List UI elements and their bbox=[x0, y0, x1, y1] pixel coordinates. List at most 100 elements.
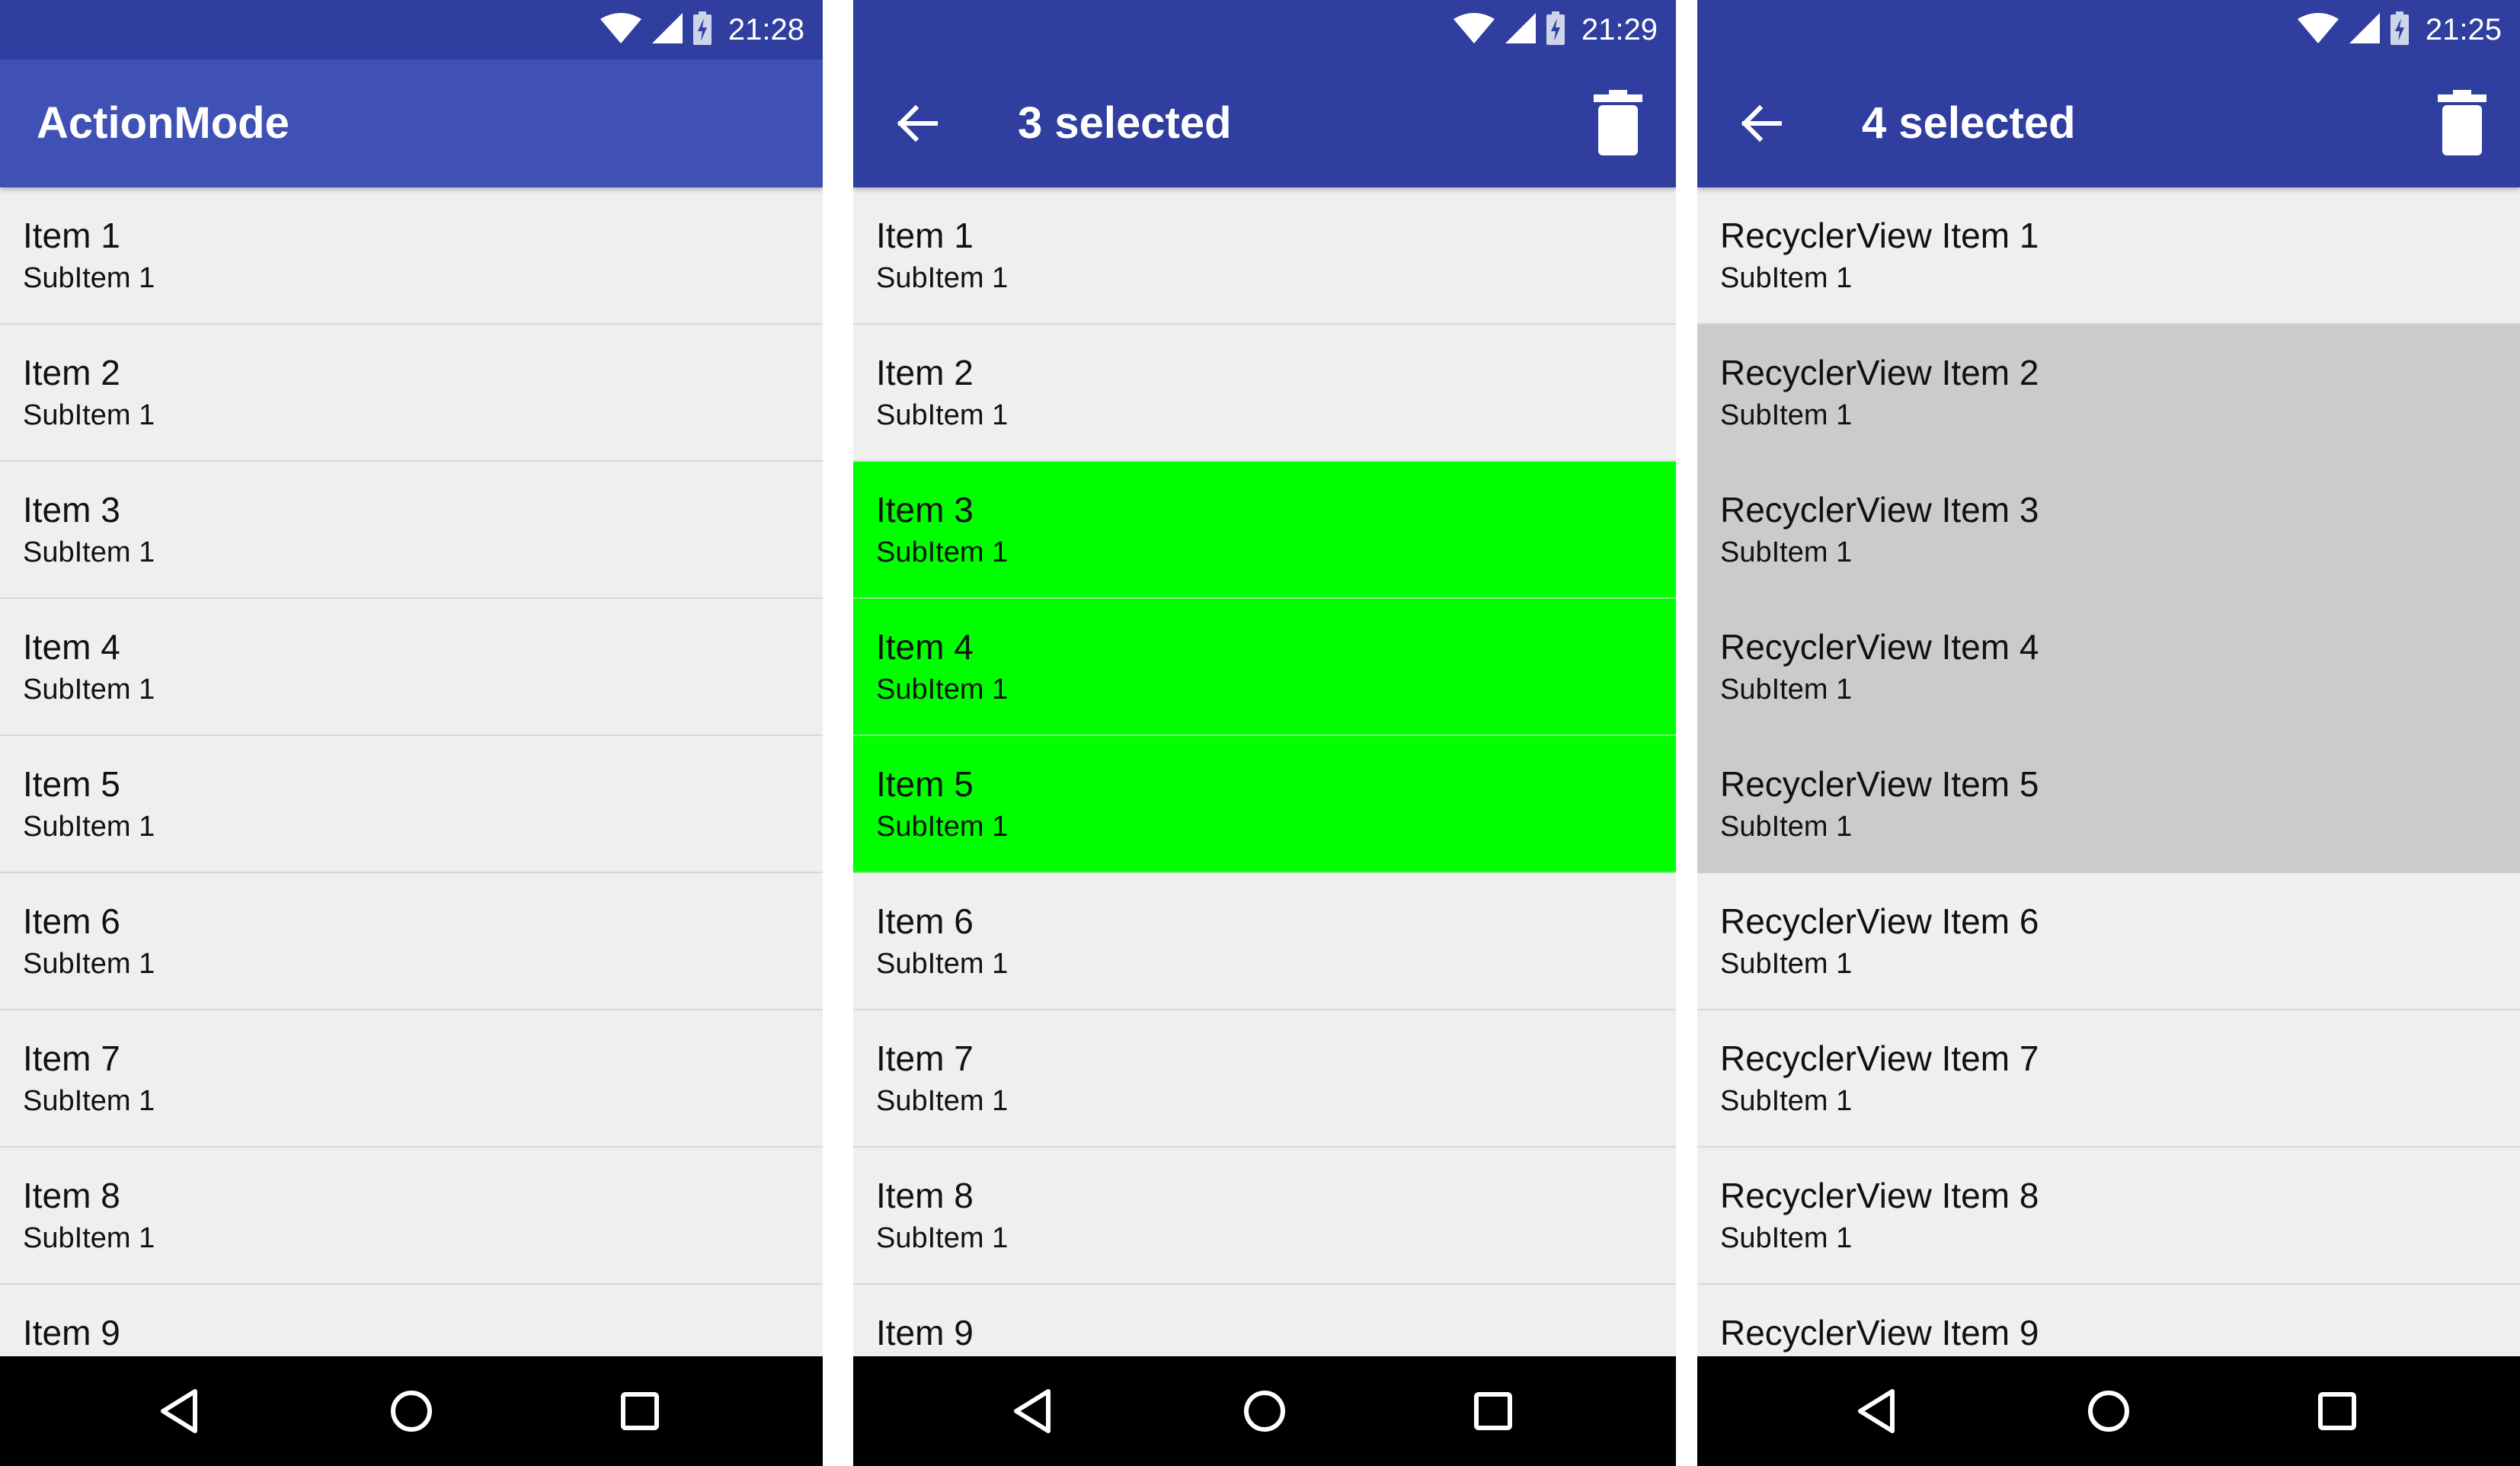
nav-home-circle-icon[interactable] bbox=[2080, 1382, 2138, 1440]
status-time: 21:28 bbox=[728, 13, 804, 46]
status-time: 21:29 bbox=[1581, 13, 1658, 46]
list-item[interactable]: Item 1 SubItem 1 bbox=[0, 187, 823, 325]
list-item-selected[interactable]: Item 3 SubItem 1 bbox=[853, 462, 1676, 599]
list-item-selected[interactable]: RecyclerView Item 5 SubItem 1 bbox=[1697, 736, 2520, 873]
battery-charging-icon bbox=[692, 11, 712, 49]
battery-charging-icon bbox=[2390, 11, 2409, 49]
nav-back-triangle-icon[interactable] bbox=[152, 1382, 210, 1440]
item-title: Item 4 bbox=[23, 627, 120, 667]
list-item[interactable]: RecyclerView Item 1 SubItem 1 bbox=[1697, 187, 2520, 325]
item-subtitle: SubItem 1 bbox=[1720, 536, 1853, 568]
navigation-bar bbox=[853, 1356, 1676, 1466]
item-subtitle: SubItem 1 bbox=[876, 262, 1009, 294]
list-item-selected[interactable]: RecyclerView Item 3 SubItem 1 bbox=[1697, 462, 2520, 599]
item-title: RecyclerView Item 7 bbox=[1720, 1039, 2039, 1078]
arrow-back-icon[interactable] bbox=[890, 96, 945, 151]
item-title: Item 3 bbox=[876, 490, 974, 530]
nav-recents-square-icon[interactable] bbox=[611, 1382, 669, 1440]
list-item[interactable]: Item 3 SubItem 1 bbox=[0, 462, 823, 599]
nav-back-triangle-icon[interactable] bbox=[1850, 1382, 1908, 1440]
trash-icon[interactable] bbox=[2429, 90, 2496, 157]
wifi-icon bbox=[600, 12, 641, 47]
status-bar: 21:29 bbox=[853, 0, 1676, 59]
status-bar: 21:28 bbox=[0, 0, 823, 59]
status-icons: 21:29 bbox=[1453, 9, 1658, 50]
phone-screen-list: 21:28 ActionMode Item 1 SubItem 1 Item 2 S… bbox=[0, 0, 823, 1466]
item-subtitle: SubItem 1 bbox=[23, 399, 155, 431]
nav-recents-square-icon[interactable] bbox=[1464, 1382, 1522, 1440]
item-title: RecyclerView Item 9 bbox=[1720, 1313, 2039, 1352]
trash-icon[interactable] bbox=[1585, 90, 1652, 157]
item-title: Item 4 bbox=[876, 627, 974, 667]
list-item[interactable]: Item 6 SubItem 1 bbox=[853, 873, 1676, 1010]
list-item[interactable]: Item 8 SubItem 1 bbox=[853, 1148, 1676, 1285]
item-subtitle: SubItem 1 bbox=[876, 948, 1009, 980]
wifi-icon bbox=[1453, 12, 1495, 47]
item-title: RecyclerView Item 4 bbox=[1720, 627, 2039, 667]
list-item[interactable]: RecyclerView Item 8 SubItem 1 bbox=[1697, 1148, 2520, 1285]
list-item[interactable]: RecyclerView Item 7 SubItem 1 bbox=[1697, 1010, 2520, 1148]
list-item[interactable]: Item 1 SubItem 1 bbox=[853, 187, 1676, 325]
item-title: Item 1 bbox=[23, 216, 120, 255]
item-subtitle: SubItem 1 bbox=[23, 262, 155, 294]
list-item[interactable]: Item 7 SubItem 1 bbox=[853, 1010, 1676, 1148]
list-item[interactable]: Item 6 SubItem 1 bbox=[0, 873, 823, 1010]
nav-home-circle-icon[interactable] bbox=[382, 1382, 440, 1440]
status-time: 21:25 bbox=[2425, 13, 2502, 46]
item-title: RecyclerView Item 1 bbox=[1720, 216, 2039, 255]
item-subtitle: SubItem 1 bbox=[1720, 1222, 1853, 1254]
selection-count-title: 3 selected bbox=[1018, 98, 1232, 148]
item-title: RecyclerView Item 6 bbox=[1720, 901, 2039, 941]
phone-screen-action-mode-green: 21:29 3 selected Item 1 SubItem 1 Item 2 S… bbox=[853, 0, 1676, 1466]
list-item[interactable]: Item 8 SubItem 1 bbox=[0, 1148, 823, 1285]
action-mode-bar: 4 selected bbox=[1697, 59, 2520, 187]
navigation-bar bbox=[0, 1356, 823, 1466]
list-item-selected[interactable]: RecyclerView Item 2 SubItem 1 bbox=[1697, 325, 2520, 462]
item-title: RecyclerView Item 8 bbox=[1720, 1176, 2039, 1215]
list-item-selected[interactable]: RecyclerView Item 4 SubItem 1 bbox=[1697, 599, 2520, 736]
battery-charging-icon bbox=[1546, 11, 1565, 49]
list-item[interactable]: Item 7 SubItem 1 bbox=[0, 1010, 823, 1148]
status-icons: 21:28 bbox=[600, 9, 804, 50]
nav-recents-square-icon[interactable] bbox=[2308, 1382, 2366, 1440]
list-item[interactable]: RecyclerView Item 6 SubItem 1 bbox=[1697, 873, 2520, 1010]
item-subtitle: SubItem 1 bbox=[876, 1085, 1009, 1117]
app-toolbar: ActionMode bbox=[0, 59, 823, 187]
item-title: RecyclerView Item 2 bbox=[1720, 353, 2039, 392]
phone-screen-action-mode-recycler: 21:25 4 selected RecyclerView Item 1 SubI… bbox=[1697, 0, 2520, 1466]
selection-count-title: 4 selected bbox=[1862, 98, 2076, 148]
item-subtitle: SubItem 1 bbox=[1720, 811, 1853, 843]
item-title: Item 8 bbox=[23, 1176, 120, 1215]
list-item[interactable]: Item 4 SubItem 1 bbox=[0, 599, 823, 736]
recycler-list: RecyclerView Item 1 SubItem 1 RecyclerVie… bbox=[1697, 187, 2520, 1422]
list-item[interactable]: Item 2 SubItem 1 bbox=[0, 325, 823, 462]
nav-back-triangle-icon[interactable] bbox=[1006, 1382, 1063, 1440]
cell-signal-icon bbox=[1505, 12, 1536, 47]
item-subtitle: SubItem 1 bbox=[1720, 1085, 1853, 1117]
item-subtitle: SubItem 1 bbox=[23, 674, 155, 706]
item-subtitle: SubItem 1 bbox=[1720, 948, 1853, 980]
item-list: Item 1 SubItem 1 Item 2 SubItem 1 Item 3 Su… bbox=[853, 187, 1676, 1422]
item-subtitle: SubItem 1 bbox=[23, 811, 155, 843]
list-item[interactable]: Item 5 SubItem 1 bbox=[0, 736, 823, 873]
item-subtitle: SubItem 1 bbox=[1720, 399, 1853, 431]
item-title: Item 7 bbox=[23, 1039, 120, 1078]
item-title: Item 9 bbox=[23, 1313, 120, 1352]
app-title: ActionMode bbox=[37, 98, 289, 148]
item-title: Item 6 bbox=[876, 901, 974, 941]
arrow-back-icon[interactable] bbox=[1734, 96, 1789, 151]
list-item-selected[interactable]: Item 4 SubItem 1 bbox=[853, 599, 1676, 736]
list-item[interactable]: Item 2 SubItem 1 bbox=[853, 325, 1676, 462]
item-title: Item 3 bbox=[23, 490, 120, 530]
item-title: Item 2 bbox=[23, 353, 120, 392]
item-title: Item 5 bbox=[23, 764, 120, 804]
nav-home-circle-icon[interactable] bbox=[1236, 1382, 1294, 1440]
item-title: Item 9 bbox=[876, 1313, 974, 1352]
item-title: Item 2 bbox=[876, 353, 974, 392]
status-bar: 21:25 bbox=[1697, 0, 2520, 59]
item-subtitle: SubItem 1 bbox=[23, 948, 155, 980]
item-title: RecyclerView Item 5 bbox=[1720, 764, 2039, 804]
list-item-selected[interactable]: Item 5 SubItem 1 bbox=[853, 736, 1676, 873]
item-subtitle: SubItem 1 bbox=[1720, 262, 1853, 294]
wifi-icon bbox=[2297, 12, 2339, 47]
